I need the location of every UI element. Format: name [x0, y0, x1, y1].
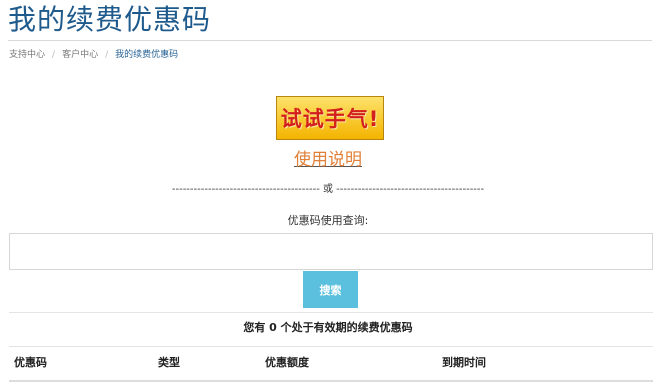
- breadcrumb-support-center[interactable]: 支持中心: [9, 48, 45, 62]
- table-top-divider: [9, 346, 653, 347]
- or-divider: ----------------------------------------…: [171, 184, 485, 195]
- page: 我的续费优惠码 支持中心 / 客户中心 / 我的续费优惠码 试试手气! 使用说明…: [0, 0, 656, 384]
- try-luck-button[interactable]: 试试手气!: [276, 96, 384, 140]
- breadcrumb-separator: /: [52, 50, 56, 60]
- section-divider: [9, 312, 653, 313]
- column-header-expiry[interactable]: 到期时间: [442, 356, 486, 370]
- page-title: 我的续费优惠码: [8, 3, 212, 36]
- column-header-code[interactable]: 优惠码: [14, 356, 47, 370]
- usage-instructions-link[interactable]: 使用说明: [294, 150, 362, 170]
- try-luck-label: 试试手气!: [280, 107, 380, 131]
- table-header-divider: [9, 380, 653, 382]
- column-header-amount[interactable]: 优惠额度: [265, 356, 309, 370]
- search-button[interactable]: 搜索: [303, 271, 358, 308]
- column-header-type[interactable]: 类型: [158, 356, 180, 370]
- breadcrumb-client-center[interactable]: 客户中心: [62, 48, 98, 62]
- usage-link-wrapper: 使用说明: [0, 149, 656, 171]
- title-divider: [8, 40, 652, 41]
- breadcrumb: 支持中心 / 客户中心 / 我的续费优惠码: [9, 48, 178, 62]
- coupon-summary: 您有 0 个处于有效期的续费优惠码: [243, 321, 413, 334]
- breadcrumb-separator: /: [105, 50, 109, 60]
- coupon-code-input[interactable]: [9, 233, 653, 270]
- coupon-query-label: 优惠码使用查询:: [287, 214, 369, 227]
- breadcrumb-current: 我的续费优惠码: [115, 50, 179, 60]
